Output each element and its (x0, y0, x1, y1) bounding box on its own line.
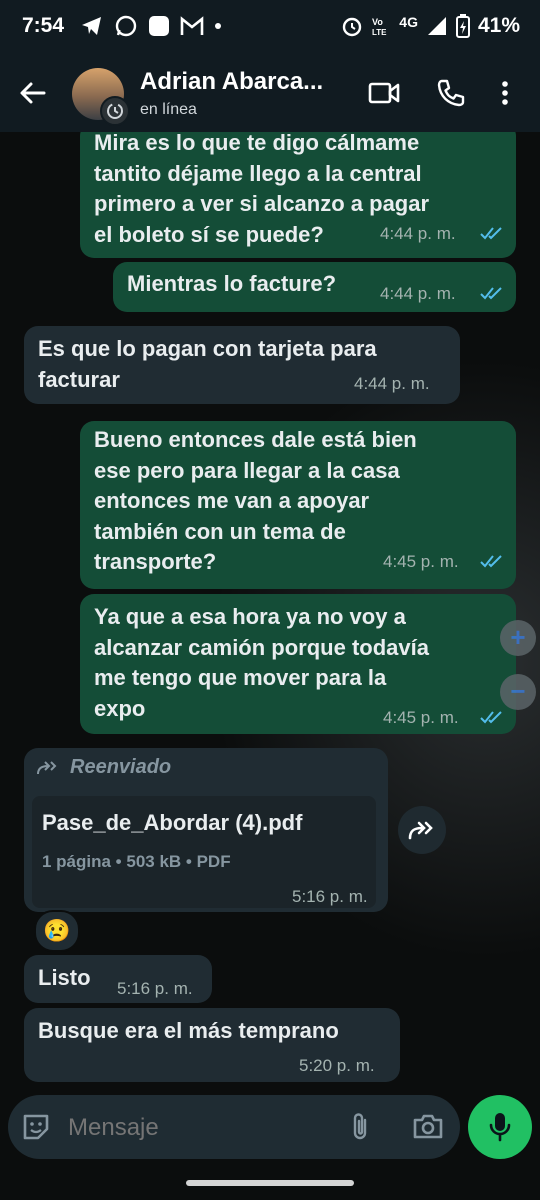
message-outgoing[interactable]: Mira es lo que te digo cálmame tantito d… (80, 132, 516, 258)
overflow-menu-icon[interactable] (500, 80, 510, 106)
svg-text:Vo: Vo (372, 17, 383, 27)
message-text: Busque era el más temprano (38, 1018, 339, 1043)
signal-icon (427, 17, 446, 35)
message-time: 4:44 p. m. (354, 374, 430, 393)
forward-icon (408, 821, 433, 840)
network-type: 4G (399, 14, 418, 30)
message-time: 5:16 p. m. (292, 887, 368, 906)
message-input[interactable] (66, 1107, 320, 1149)
document-meta: 1 página • 503 kB • PDF (42, 852, 231, 871)
message-time: 4:44 p. m. (380, 224, 456, 243)
message-incoming[interactable]: Busque era el más temprano 5:20 p. m. (24, 1008, 400, 1082)
zoom-out-button[interactable]: − (500, 674, 536, 710)
message-outgoing[interactable]: Mientras lo facture? 4:44 p. m. (113, 262, 516, 312)
phone-call-icon[interactable] (436, 78, 466, 108)
read-receipt-icon (480, 711, 502, 724)
contact-name[interactable]: Adrian Abarca... (140, 68, 323, 96)
message-text: Es que lo pagan con tarjeta para factura… (38, 336, 377, 392)
app-square-icon (149, 16, 169, 36)
more-notifications-icon (215, 23, 221, 29)
forward-button[interactable] (398, 806, 446, 854)
message-time: 4:45 p. m. (383, 708, 459, 727)
message-text: Mira es lo que te digo cálmame tantito d… (94, 132, 430, 247)
forwarded-label: Reenviado (70, 756, 172, 778)
zoom-in-button[interactable]: + (500, 620, 536, 656)
telegram-icon (82, 17, 101, 35)
message-time: 5:16 p. m. (117, 979, 193, 998)
message-incoming[interactable]: Es que lo pagan con tarjeta para factura… (24, 326, 460, 404)
message-time: 5:20 p. m. (299, 1056, 375, 1075)
alarm-icon (343, 17, 362, 37)
camera-icon[interactable] (412, 1112, 444, 1140)
disappearing-timer-icon (100, 96, 130, 126)
message-time: 4:44 p. m. (380, 284, 456, 303)
chat-area[interactable]: Mira es lo que te digo cálmame tantito d… (0, 132, 540, 1090)
attach-icon[interactable] (348, 1111, 372, 1143)
battery-percent: 41% (477, 14, 520, 37)
read-receipt-icon (480, 555, 502, 568)
read-receipt-icon (480, 227, 502, 240)
status-bar: 7:54 Vo LTE 4G 41% (0, 0, 540, 56)
message-text: Listo (38, 965, 91, 990)
battery-icon (455, 14, 470, 38)
gmail-icon (180, 16, 204, 35)
message-text: Mientras lo facture? (127, 271, 337, 296)
forwarded-icon (37, 761, 57, 775)
message-text: Bueno entonces dale está bien ese pero p… (94, 427, 417, 574)
message-time: 4:45 p. m. (383, 552, 459, 571)
svg-text:LTE: LTE (372, 28, 387, 37)
back-arrow-icon[interactable] (18, 78, 48, 108)
document-name: Pase_de_Abordar (4).pdf (42, 810, 303, 835)
message-outgoing[interactable]: Ya que a esa hora ya no voy a alcanzar c… (80, 594, 516, 734)
status-time: 7:54 (22, 14, 65, 37)
read-receipt-icon (480, 287, 502, 300)
reaction-badge[interactable]: 😢 (34, 910, 80, 952)
video-call-icon[interactable] (368, 80, 400, 106)
message-text: Ya que a esa hora ya no voy a alcanzar c… (94, 604, 429, 721)
gesture-nav-bar[interactable] (186, 1180, 354, 1186)
message-incoming[interactable]: Listo 5:16 p. m. (24, 955, 212, 1003)
voice-message-button[interactable] (468, 1095, 532, 1159)
message-composer (8, 1095, 460, 1159)
sticker-emoji-icon[interactable] (20, 1111, 52, 1143)
volte-icon: VoLTE (372, 17, 387, 37)
whatsapp-icon (115, 15, 137, 37)
message-outgoing[interactable]: Bueno entonces dale está bien ese pero p… (80, 421, 516, 589)
chat-header: Adrian Abarca... en línea (0, 56, 540, 132)
microphone-icon (489, 1113, 511, 1142)
contact-status: en línea (140, 101, 197, 118)
